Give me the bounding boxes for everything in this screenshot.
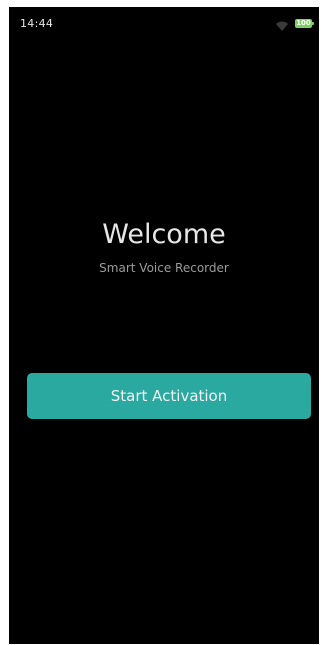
status-time: 14:44: [20, 17, 54, 30]
welcome-subtitle: Smart Voice Recorder: [99, 261, 229, 275]
start-activation-button[interactable]: Start Activation: [27, 373, 311, 419]
status-bar: 14:44 100: [9, 7, 319, 43]
battery-icon: 100: [295, 19, 314, 28]
wifi-icon: [275, 17, 289, 31]
battery-level: 100: [296, 19, 311, 27]
phone-screen: 14:44 100 Welcome Smart Voice Recorder S…: [9, 7, 319, 644]
welcome-title: Welcome: [102, 219, 226, 250]
